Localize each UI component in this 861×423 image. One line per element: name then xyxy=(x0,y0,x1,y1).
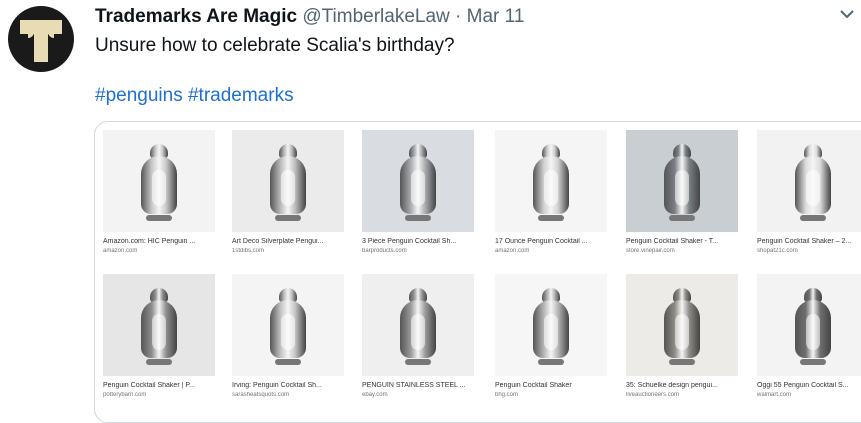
penguin-shaker-image xyxy=(268,288,308,365)
image-result[interactable]: PENGUIN STAINLESS STEEL ... ebay.com xyxy=(362,274,474,398)
result-caption[interactable]: PENGUIN STAINLESS STEEL ... xyxy=(362,382,474,389)
result-thumbnail[interactable] xyxy=(362,274,474,376)
tweet-header: Trademarks Are Magic @TimberlakeLaw · Ma… xyxy=(95,6,524,28)
avatar-t-stem xyxy=(34,30,48,62)
result-thumbnail[interactable] xyxy=(757,130,861,232)
image-search-grid[interactable]: Amazon.com: HIC Penguin ... amazon.com Art… xyxy=(94,121,861,423)
image-result[interactable]: Penguin Cocktail Shaker – 2... shopat21c.… xyxy=(757,130,861,254)
tweet-text: Unsure how to celebrate Scalia's birthda… xyxy=(95,35,455,56)
result-source: walmart.com xyxy=(757,392,792,398)
image-result[interactable]: Irving: Penguin Cocktail Sh... sarasheats… xyxy=(232,274,344,398)
penguin-shaker-image xyxy=(139,144,179,221)
penguin-shaker-image xyxy=(793,144,833,221)
author-name[interactable]: Trademarks Are Magic xyxy=(95,6,297,27)
image-result[interactable]: 3 Piece Penguin Cocktail Sh... barproduct… xyxy=(362,130,474,254)
result-source: bhg.com xyxy=(495,392,519,398)
result-source: amazon.com xyxy=(495,248,530,254)
result-source: barproducts.com xyxy=(362,248,407,254)
result-caption[interactable]: Irving: Penguin Cocktail Sh... xyxy=(232,382,344,389)
result-thumbnail[interactable] xyxy=(232,274,344,376)
result-caption[interactable]: Penguin Cocktail Shaker - T... xyxy=(626,238,738,245)
result-caption[interactable]: 3 Piece Penguin Cocktail Sh... xyxy=(362,238,474,245)
result-caption[interactable]: Penguin Cocktail Shaker | P... xyxy=(103,382,215,389)
result-thumbnail[interactable] xyxy=(495,274,607,376)
image-result[interactable]: Art Deco Silverplate Pengui... 1stdibs.co… xyxy=(232,130,344,254)
result-caption[interactable]: 17 Ounce Penguin Cocktail ... xyxy=(495,238,607,245)
penguin-shaker-image xyxy=(793,288,833,365)
result-caption[interactable]: Penguin Cocktail Shaker – 2... xyxy=(757,238,861,245)
image-result[interactable]: 17 Ounce Penguin Cocktail ... amazon.com xyxy=(495,130,607,254)
image-result[interactable]: Amazon.com: HIC Penguin ... amazon.com xyxy=(103,130,215,254)
result-source: amazon.com xyxy=(103,248,138,254)
hashtag-penguins[interactable]: #penguins xyxy=(95,85,183,106)
result-source: shopat21c.com xyxy=(757,248,798,254)
result-source: store.vinepair.com xyxy=(626,248,675,254)
separator: · xyxy=(455,6,462,27)
result-thumbnail[interactable] xyxy=(362,130,474,232)
result-thumbnail[interactable] xyxy=(626,130,738,232)
result-source: ebay.com xyxy=(362,392,388,398)
image-result[interactable]: Penguin Cocktail Shaker | P... potterybar… xyxy=(103,274,215,398)
result-caption[interactable]: Penguin Cocktail Shaker xyxy=(495,382,607,389)
result-thumbnail[interactable] xyxy=(232,130,344,232)
penguin-shaker-image xyxy=(662,144,702,221)
result-caption[interactable]: Oggi 55 Penguin Cocktail S... xyxy=(757,382,861,389)
result-source: potterybarn.com xyxy=(103,392,147,398)
hashtag-trademarks[interactable]: #trademarks xyxy=(188,85,294,106)
image-result[interactable]: 35: Schuelke design pengui... liveauction… xyxy=(626,274,738,398)
image-result[interactable]: Penguin Cocktail Shaker bhg.com xyxy=(495,274,607,398)
penguin-shaker-image xyxy=(139,288,179,365)
penguin-shaker-image xyxy=(662,288,702,365)
hashtags: #penguins #trademarks xyxy=(95,85,294,107)
result-source: 1stdibs.com xyxy=(232,248,265,254)
penguin-shaker-image xyxy=(531,288,571,365)
avatar-t-notch-right xyxy=(48,30,54,38)
penguin-shaker-image xyxy=(398,144,438,221)
result-thumbnail[interactable] xyxy=(626,274,738,376)
chevron-down-icon[interactable] xyxy=(837,4,857,24)
image-result[interactable]: Penguin Cocktail Shaker - T... store.vine… xyxy=(626,130,738,254)
result-caption[interactable]: Amazon.com: HIC Penguin ... xyxy=(103,238,215,245)
avatar[interactable] xyxy=(8,6,74,72)
result-thumbnail[interactable] xyxy=(103,130,215,232)
result-source: sarasheatsquots.com xyxy=(232,392,290,398)
result-thumbnail[interactable] xyxy=(757,274,861,376)
result-source: liveauctioneers.com xyxy=(626,392,680,398)
result-caption[interactable]: Art Deco Silverplate Pengui... xyxy=(232,238,344,245)
author-handle[interactable]: @TimberlakeLaw xyxy=(302,6,449,27)
penguin-shaker-image xyxy=(531,144,571,221)
penguin-shaker-image xyxy=(268,144,308,221)
result-thumbnail[interactable] xyxy=(103,274,215,376)
penguin-shaker-image xyxy=(398,288,438,365)
result-thumbnail[interactable] xyxy=(495,130,607,232)
tweet-date[interactable]: Mar 11 xyxy=(467,6,525,27)
result-caption[interactable]: 35: Schuelke design pengui... xyxy=(626,382,738,389)
image-result[interactable]: Oggi 55 Penguin Cocktail S... walmart.com xyxy=(757,274,861,398)
